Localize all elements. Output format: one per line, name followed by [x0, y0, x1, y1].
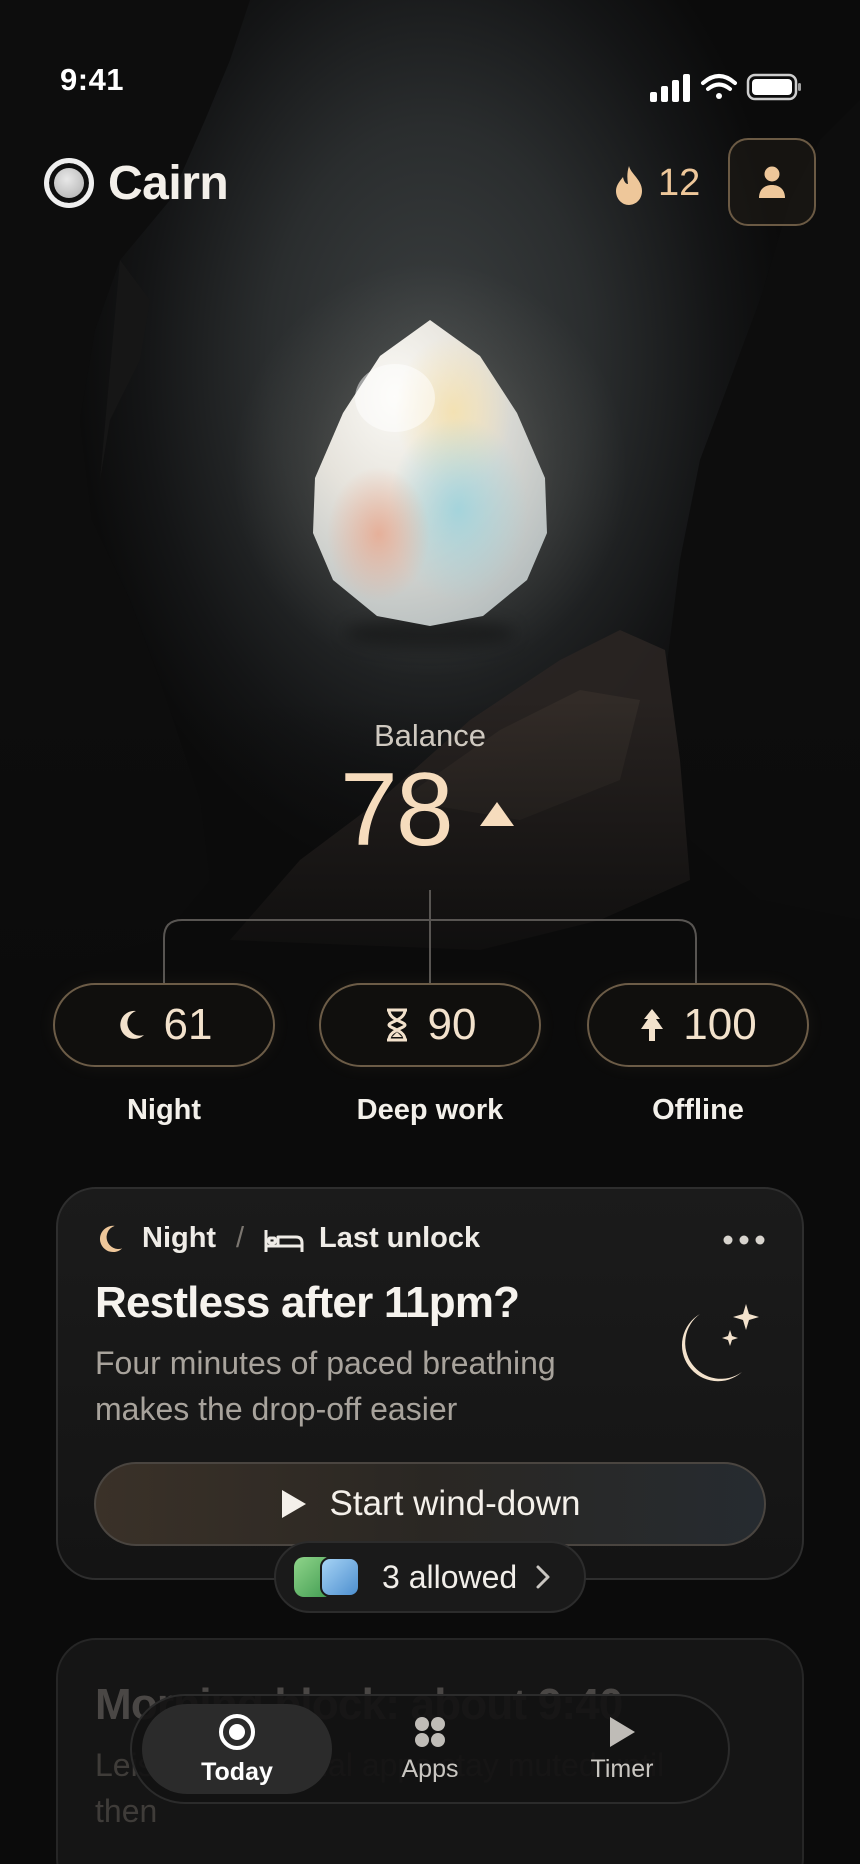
metric-offline-pill[interactable]: 100	[587, 983, 809, 1067]
status-time: 9:41	[60, 62, 125, 97]
person-icon	[759, 166, 785, 198]
tab-apps-label: Apps	[401, 1754, 459, 1783]
chevron-right-icon	[536, 1565, 550, 1589]
flame-icon	[616, 166, 642, 205]
allowed-apps-button[interactable]: 3 allowed	[274, 1541, 586, 1613]
tab-apps[interactable]: Apps	[335, 1704, 525, 1794]
moon-stars-icon	[681, 1304, 759, 1382]
app-icon	[320, 1557, 360, 1597]
metric-night-label: Night	[126, 1094, 202, 1126]
more-options-icon[interactable]	[722, 1234, 766, 1246]
moon-icon	[99, 1225, 123, 1253]
wifi-icon	[701, 74, 737, 99]
play-icon	[281, 1490, 306, 1518]
profile-button[interactable]	[728, 138, 816, 226]
trend-up-icon	[480, 802, 514, 826]
grid-icon	[415, 1716, 445, 1747]
streak-count: 12	[658, 162, 701, 204]
battery-icon	[746, 73, 801, 101]
card-description: Four minutes of paced breathing makes th…	[95, 1345, 556, 1427]
status-icons	[650, 73, 801, 102]
balance-label: Balance	[373, 718, 487, 753]
metric-night-value: 61	[163, 1000, 213, 1049]
app-logo-icon	[44, 158, 94, 208]
metric-deep-work-pill[interactable]: 90	[319, 983, 541, 1067]
card-source: Last unlock	[319, 1222, 481, 1254]
metric-offline-label: Offline	[652, 1094, 744, 1126]
card-category: Night	[142, 1222, 217, 1254]
balance-egg-icon	[313, 320, 547, 626]
metric-connectors	[163, 890, 697, 983]
bed-icon	[264, 1230, 304, 1252]
target-icon	[219, 1713, 255, 1750]
breadcrumb-separator: /	[236, 1222, 245, 1254]
cellular-signal-icon	[650, 74, 690, 102]
tree-icon	[641, 1009, 664, 1041]
app-name: Cairn	[108, 157, 229, 210]
app-icons-stack	[294, 1557, 364, 1597]
tab-today[interactable]: Today	[142, 1704, 332, 1794]
metric-deep-work-value: 90	[427, 1000, 477, 1049]
metric-deep-work-label: Deep work	[356, 1094, 504, 1126]
balance-value: 78	[340, 752, 454, 868]
metric-offline-value: 100	[683, 1000, 757, 1049]
tab-today-label: Today	[201, 1757, 273, 1786]
start-wind-down-button[interactable]: Start wind-down	[94, 1462, 766, 1546]
moon-icon	[119, 1010, 144, 1039]
play-icon	[610, 1716, 635, 1747]
start-wind-down-label: Start wind-down	[329, 1484, 581, 1523]
card-title: Restless after 11pm?	[95, 1278, 520, 1327]
tab-timer-label: Timer	[590, 1754, 654, 1783]
metric-night-pill[interactable]: 61	[53, 983, 275, 1067]
hourglass-icon	[386, 1008, 407, 1042]
allowed-apps-label: 3 allowed	[382, 1558, 518, 1595]
tab-timer[interactable]: Timer	[527, 1704, 717, 1794]
